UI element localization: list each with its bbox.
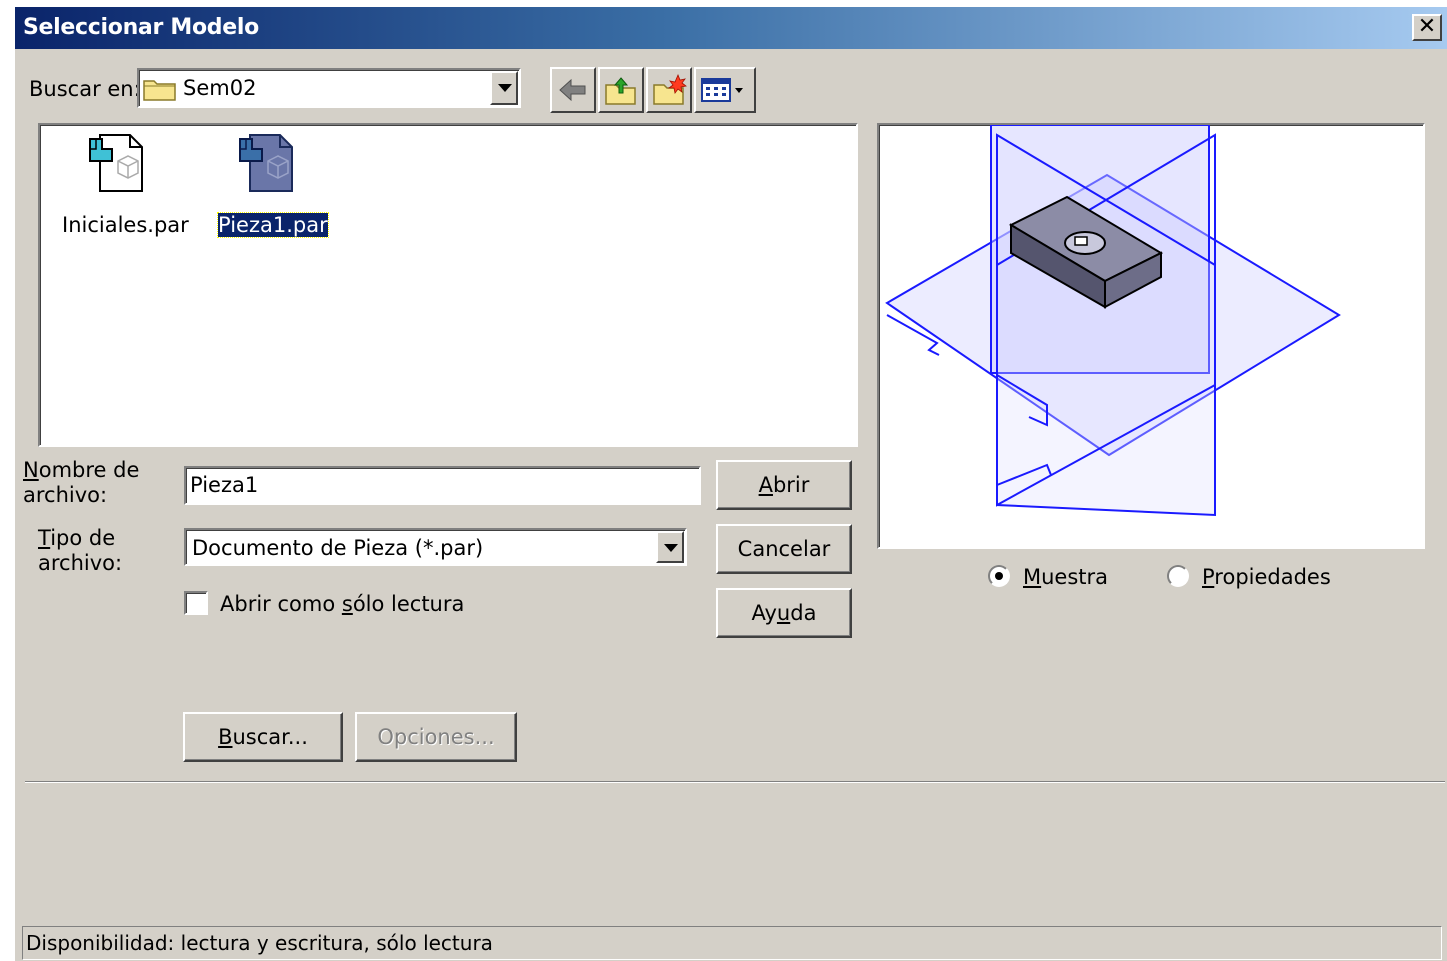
look-in-drop-button[interactable] [490,71,518,105]
folder-icon [143,77,177,105]
back-icon [558,77,588,107]
sample-label[interactable]: Muestra [1023,565,1108,589]
new-folder-icon [652,73,688,111]
select-model-dialog: Seleccionar Modelo ✕ Buscar en: Sem02 In… [14,7,1447,961]
look-in-value: Sem02 [183,76,257,100]
window-title: Seleccionar Modelo [23,15,259,40]
look-in-label: Buscar en: [29,77,141,101]
properties-label[interactable]: Propiedades [1202,565,1331,589]
filetype-dropdown[interactable]: Documento de Pieza (*.par) [184,528,687,566]
help-button[interactable]: Ayuda [716,588,852,638]
view-menu-button[interactable] [694,67,756,113]
radio-dot-icon [995,572,1003,580]
filetype-drop-button[interactable] [656,531,684,563]
close-icon: ✕ [1417,14,1437,39]
preview-panel [877,123,1425,549]
file-list[interactable]: Iniciales.par Pieza1.par [38,123,858,447]
new-folder-button[interactable] [646,67,692,113]
file-name: Pieza1.par [217,212,329,238]
readonly-label[interactable]: Abrir como sólo lectura [220,592,464,616]
find-button[interactable]: Buscar... [183,712,343,762]
properties-radio[interactable] [1167,565,1189,587]
chevron-down-icon [664,544,678,552]
sample-radio[interactable] [988,565,1010,587]
up-folder-icon [604,75,638,111]
filetype-label: Tipo de archivo: [38,526,123,575]
file-item-pieza1[interactable]: Pieza1.par [212,131,342,241]
filename-label: Nombre de archivo: [23,458,140,507]
model-preview-image [885,125,1341,517]
cancel-button[interactable]: Cancelar [716,524,852,574]
file-item-iniciales[interactable]: Iniciales.par [58,131,189,241]
options-button[interactable]: Opciones... [355,712,517,762]
view-menu-icon [701,78,749,108]
close-button[interactable]: ✕ [1412,14,1442,41]
part-file-icon [232,131,302,199]
separator [25,781,1445,783]
title-bar[interactable]: Seleccionar Modelo ✕ [15,7,1447,49]
status-bar: Disponibilidad: lectura y escritura, sól… [22,926,1442,960]
chevron-down-icon [498,84,512,92]
part-file-icon [82,131,152,199]
readonly-checkbox[interactable] [184,591,208,615]
up-folder-button[interactable] [598,67,644,113]
file-name: Iniciales.par [62,213,189,237]
filetype-value: Documento de Pieza (*.par) [192,536,484,560]
back-button[interactable] [550,67,596,113]
filename-input[interactable]: Pieza1 [184,466,701,505]
open-button[interactable]: Abrir [716,460,852,510]
look-in-dropdown[interactable]: Sem02 [137,68,521,108]
